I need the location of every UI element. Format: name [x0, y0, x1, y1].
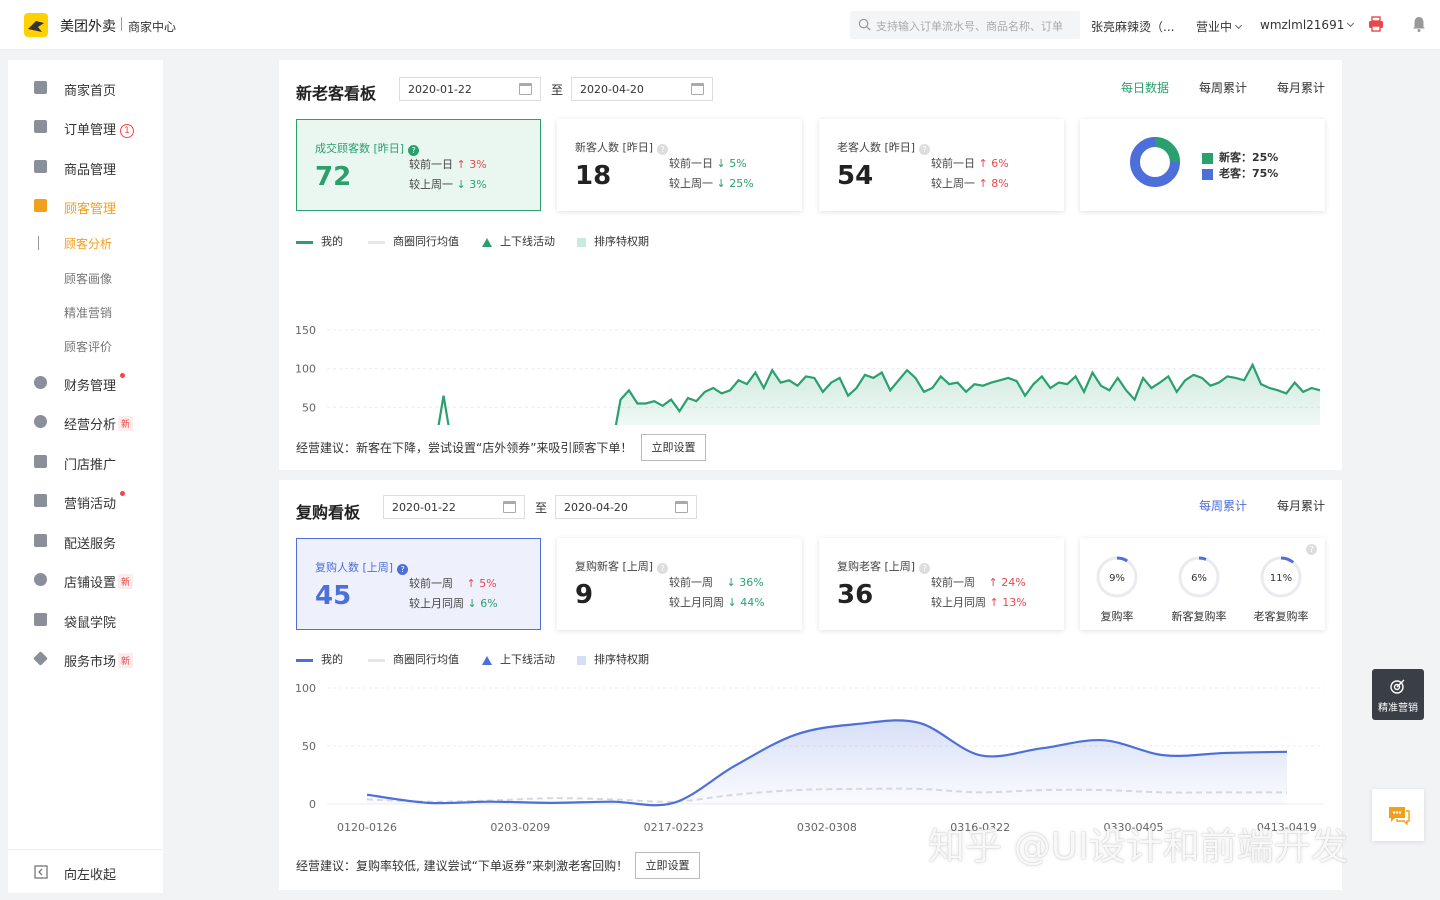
pie-icon [34, 415, 47, 428]
sidebar-item-promotion[interactable]: 门店推广 [8, 447, 163, 477]
notification-dot [120, 373, 125, 378]
collapse-label: 向左收起 [64, 868, 117, 883]
new-badge: 新 [118, 653, 134, 668]
repurchase-chart: 0 50 100 0120-0126 0203-0209 0217-0223 0302-03… [295, 682, 1324, 834]
set-now-button[interactable]: 立即设置 [641, 434, 706, 461]
series-area [615, 364, 1320, 425]
chevron-down-icon [1234, 21, 1243, 30]
x-tick-label: 0302-0308 [797, 821, 857, 834]
brand-subtitle: 商家中心 [128, 20, 177, 34]
order-count-badge: 1 [120, 124, 135, 138]
sidebar-item-label: 顾客管理 [64, 202, 117, 217]
sidebar-item-orders[interactable]: 订单管理 1 [8, 112, 163, 142]
user-dropdown[interactable]: wmzlml21691 [1260, 18, 1355, 32]
watermark: 知乎 @UI设计和前端开发 [928, 825, 1348, 868]
search-icon [858, 18, 871, 31]
chat-bubble-icon [1389, 807, 1410, 825]
collapse-sidebar-button[interactable]: 向左收起 [8, 849, 163, 893]
sidebar-item-label: 袋鼠学院 [64, 616, 117, 631]
printer-icon[interactable] [1368, 16, 1384, 32]
advice-text: 经营建议：新客在下降，尝试设置“店外领券”来吸引顾客下单！ [296, 441, 633, 455]
search-input[interactable]: 支持输入订单流水号、商品名称、订单 [850, 11, 1080, 39]
new-badge: 新 [118, 574, 134, 589]
sidebar-item-label: 经营分析 [64, 418, 117, 433]
sidebar-item-goods[interactable]: 商品管理 [8, 152, 163, 182]
advice-text: 经营建议：复购率较低, 建议尝试“下单返券”来刺激老客回购！ [296, 859, 629, 873]
chat-float-button[interactable] [1372, 789, 1424, 841]
y-tick-label: 50 [302, 401, 316, 414]
search-placeholder: 支持输入订单流水号、商品名称、订单 [876, 20, 1063, 33]
bell-icon[interactable] [1411, 16, 1427, 32]
customer-icon [34, 199, 47, 212]
kangaroo-logo-icon [28, 21, 44, 32]
top-bar: 美团外卖 商家中心 支持输入订单流水号、商品名称、订单 张亮麻辣烫（... 营业… [0, 0, 1440, 50]
sidebar-item-label: 门店推广 [64, 458, 117, 473]
sidebar-item-customers[interactable]: 顾客管理 [8, 191, 163, 221]
megaphone-icon [34, 455, 47, 468]
store-name[interactable]: 张亮麻辣烫（... [1091, 18, 1174, 35]
sub-item-customer-analysis[interactable]: 顾客分析 [64, 235, 112, 252]
bike-icon [34, 534, 47, 547]
sidebar-item-store-settings[interactable]: 店铺设置新 [8, 565, 163, 595]
sub-item-precise-marketing[interactable]: 精准营销 [64, 304, 112, 321]
grid-icon [34, 81, 47, 94]
y-tick-label: 0 [309, 798, 316, 811]
sidebar-item-delivery[interactable]: 配送服务 [8, 526, 163, 556]
y-tick-label: 100 [295, 363, 316, 376]
book-icon [34, 613, 47, 626]
order-icon [34, 120, 47, 133]
collapse-left-icon [34, 865, 48, 879]
gift-icon [34, 494, 47, 507]
sidebar-item-label: 营销活动 [64, 497, 117, 512]
sidebar-item-label: 订单管理 1 [64, 119, 135, 139]
sidebar-item-service-market[interactable]: 服务市场新 [8, 644, 163, 674]
sidebar-item-label: 财务管理 [64, 379, 117, 394]
precise-marketing-float-button[interactable]: 精准营销 [1372, 669, 1424, 720]
sidebar-item-home[interactable]: 商家首页 [8, 73, 163, 103]
y-tick-label: 50 [302, 740, 316, 753]
sub-item-customer-profile[interactable]: 顾客画像 [64, 270, 112, 287]
username-label: wmzlml21691 [1260, 18, 1345, 32]
sidebar-item-marketing[interactable]: 营销活动 [8, 486, 163, 516]
x-tick-label: 0217-0223 [644, 821, 704, 834]
sidebar-item-label: 店铺设置 [64, 576, 117, 591]
chevron-down-icon [1347, 19, 1355, 28]
new-badge: 新 [118, 416, 134, 431]
sidebar-item-label: 服务市场 [64, 655, 117, 670]
settings-icon [34, 573, 47, 586]
meituan-logo[interactable] [24, 13, 48, 37]
sidebar-item-label: 配送服务 [64, 537, 117, 552]
sub-item-customer-reviews[interactable]: 顾客评价 [64, 338, 112, 355]
sidebar-item-analysis[interactable]: 经营分析新 [8, 407, 163, 437]
x-tick-label: 0120-0126 [337, 821, 397, 834]
brand-name: 美团外卖 [60, 19, 116, 35]
sidebar-item-finance[interactable]: 财务管理 [8, 368, 163, 398]
business-status-label: 营业中 [1196, 20, 1233, 34]
sidebar-item-text: 订单管理 [64, 123, 117, 138]
new-old-customer-panel: 新老客看板 2020-01-22 至 2020-04-20 每日数据 每周累计 … [279, 60, 1342, 470]
business-status-dropdown[interactable]: 营业中 [1196, 18, 1243, 35]
sidebar-item-label: 商品管理 [64, 163, 117, 178]
float-button-label: 精准营销 [1378, 703, 1418, 714]
x-tick-label: 0203-0209 [490, 821, 550, 834]
diamond-icon [33, 651, 48, 666]
target-icon [1390, 679, 1405, 694]
finance-icon [34, 376, 47, 389]
goods-icon [34, 160, 47, 173]
submenu-indicator [38, 236, 39, 250]
sidebar: 商家首页 订单管理 1 商品管理 顾客管理 顾客分析 顾客画像 精准营销 顾客评价… [8, 60, 163, 893]
set-now-button[interactable]: 立即设置 [635, 852, 700, 879]
new-old-customer-chart: 05010015001-2201-3102-0902-1802-2703-070… [295, 324, 1324, 425]
y-tick-label: 100 [295, 682, 316, 695]
sidebar-item-label: 商家首页 [64, 84, 117, 99]
sidebar-item-academy[interactable]: 袋鼠学院 [8, 605, 163, 635]
y-tick-label: 150 [295, 324, 316, 337]
brand-divider [121, 17, 122, 31]
notification-dot [120, 491, 125, 496]
